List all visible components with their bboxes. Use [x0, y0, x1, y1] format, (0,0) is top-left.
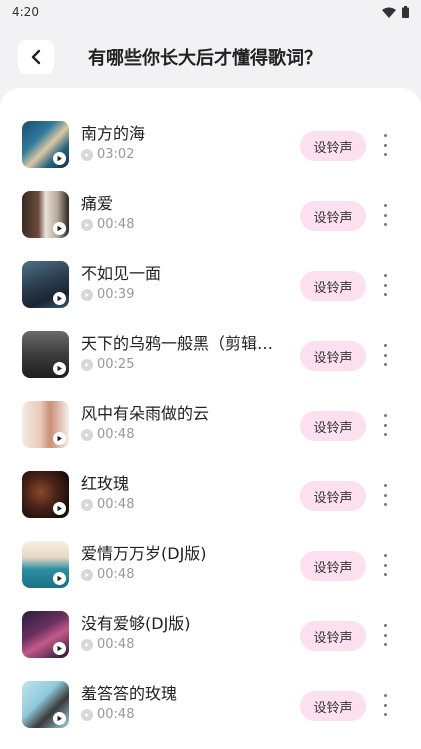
song-duration: 03:02 [81, 147, 134, 162]
set-ringtone-button[interactable]: 设铃声 [300, 341, 366, 371]
song-title: 爱情万万岁(DJ版) [81, 544, 207, 563]
status-time: 4:20 [12, 5, 39, 19]
song-title: 痛爱 [81, 194, 114, 213]
play-icon[interactable] [53, 502, 66, 515]
more-options-icon[interactable] [377, 134, 393, 156]
play-circle-icon [81, 218, 93, 231]
status-bar: 4:20 [0, 0, 421, 24]
list-item[interactable]: 天下的乌鸦一般黑（剪辑… 00:25 设铃声 [0, 320, 421, 390]
list-item[interactable]: 爱情万万岁(DJ版) 00:48 设铃声 [0, 530, 421, 600]
play-circle-icon [81, 638, 93, 651]
more-options-icon[interactable] [377, 414, 393, 436]
album-cover[interactable] [22, 471, 69, 518]
list-item[interactable]: 没有爱够(DJ版) 00:48 设铃声 [0, 600, 421, 670]
more-options-icon[interactable] [377, 624, 393, 646]
song-duration: 00:39 [81, 287, 134, 302]
play-icon[interactable] [53, 642, 66, 655]
more-options-icon[interactable] [377, 204, 393, 226]
song-list: 南方的海 03:02 设铃声 痛爱 00:48 设铃声 不如见一面 00:39 … [0, 88, 421, 749]
list-item[interactable]: 风中有朵雨做的云 00:48 设铃声 [0, 390, 421, 460]
play-icon[interactable] [53, 712, 66, 725]
duration-text: 00:39 [97, 287, 135, 302]
set-ringtone-button[interactable]: 设铃声 [300, 691, 366, 721]
album-cover[interactable] [22, 541, 69, 588]
song-title: 风中有朵雨做的云 [81, 404, 210, 423]
list-item[interactable]: 南方的海 03:02 设铃声 [0, 110, 421, 180]
album-cover[interactable] [22, 331, 69, 378]
play-icon[interactable] [53, 152, 66, 165]
set-ringtone-button[interactable]: 设铃声 [300, 481, 366, 511]
song-title: 羞答答的玫瑰 [81, 684, 178, 703]
play-circle-icon [81, 568, 93, 581]
set-ringtone-button[interactable]: 设铃声 [300, 621, 366, 651]
song-duration: 00:25 [81, 357, 134, 372]
play-circle-icon [81, 358, 93, 371]
song-duration: 00:48 [81, 427, 134, 442]
album-cover[interactable] [22, 611, 69, 658]
album-cover[interactable] [22, 401, 69, 448]
play-icon[interactable] [53, 572, 66, 585]
set-ringtone-button[interactable]: 设铃声 [300, 411, 366, 441]
play-circle-icon [81, 428, 93, 441]
wifi-icon [382, 7, 396, 18]
song-duration: 00:48 [81, 497, 134, 512]
more-options-icon[interactable] [377, 554, 393, 576]
song-duration: 00:48 [81, 707, 134, 722]
play-circle-icon [81, 148, 93, 161]
list-item[interactable]: 红玫瑰 00:48 设铃声 [0, 460, 421, 530]
more-options-icon[interactable] [377, 484, 393, 506]
album-cover[interactable] [22, 261, 69, 308]
song-title: 没有爱够(DJ版) [81, 614, 191, 633]
more-options-icon[interactable] [377, 694, 393, 716]
song-duration: 00:48 [81, 217, 134, 232]
status-icons [382, 6, 409, 18]
song-duration: 00:48 [81, 567, 134, 582]
list-item[interactable]: 痛爱 00:48 设铃声 [0, 180, 421, 250]
battery-icon [402, 6, 409, 18]
play-icon[interactable] [53, 222, 66, 235]
play-icon[interactable] [53, 292, 66, 305]
play-icon[interactable] [53, 432, 66, 445]
duration-text: 03:02 [97, 147, 135, 162]
duration-text: 00:48 [97, 427, 135, 442]
song-title: 天下的乌鸦一般黑（剪辑… [81, 334, 274, 353]
list-item[interactable]: 不如见一面 00:39 设铃声 [0, 250, 421, 320]
more-options-icon[interactable] [377, 344, 393, 366]
duration-text: 00:48 [97, 707, 135, 722]
play-circle-icon [81, 288, 93, 301]
page-title: 有哪些你长大后才懂得歌词？ [88, 48, 322, 69]
duration-text: 00:48 [97, 497, 135, 512]
header: 有哪些你长大后才懂得歌词？ [0, 24, 421, 86]
play-circle-icon [81, 708, 93, 721]
album-cover[interactable] [22, 681, 69, 728]
album-cover[interactable] [22, 191, 69, 238]
more-options-icon[interactable] [377, 274, 393, 296]
list-item[interactable]: 羞答答的玫瑰 00:48 设铃声 [0, 670, 421, 740]
set-ringtone-button[interactable]: 设铃声 [300, 271, 366, 301]
song-title: 南方的海 [81, 124, 146, 143]
set-ringtone-button[interactable]: 设铃声 [300, 131, 366, 161]
set-ringtone-button[interactable]: 设铃声 [300, 201, 366, 231]
duration-text: 00:48 [97, 217, 135, 232]
chevron-left-icon [31, 49, 41, 65]
play-icon[interactable] [53, 362, 66, 375]
duration-text: 00:48 [97, 637, 135, 652]
song-duration: 00:48 [81, 637, 134, 652]
song-title: 红玫瑰 [81, 474, 130, 493]
song-title: 不如见一面 [81, 264, 162, 283]
back-button[interactable] [18, 40, 54, 74]
duration-text: 00:25 [97, 357, 135, 372]
duration-text: 00:48 [97, 567, 135, 582]
set-ringtone-button[interactable]: 设铃声 [300, 551, 366, 581]
play-circle-icon [81, 498, 93, 511]
album-cover[interactable] [22, 121, 69, 168]
